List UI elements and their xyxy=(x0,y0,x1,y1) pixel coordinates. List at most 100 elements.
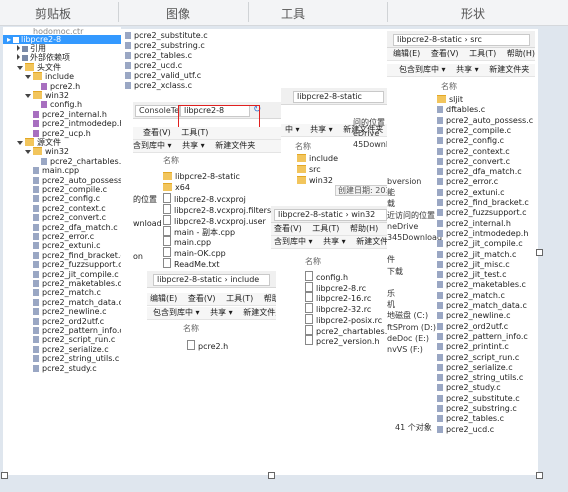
tree-item[interactable]: win32 xyxy=(25,147,69,156)
tree-item[interactable]: pcre2_string_utils.c xyxy=(25,354,119,363)
nav-item[interactable]: 下载 xyxy=(387,267,403,276)
tree-item[interactable]: 引用 xyxy=(17,44,46,53)
file-item[interactable]: pcre2_internal.h xyxy=(437,219,511,228)
address-bar[interactable]: libpcre2-8-static › include xyxy=(147,271,276,288)
cmd-library[interactable]: 中 ▾ xyxy=(285,125,300,134)
file-item[interactable]: pcre2_jit_misc.c xyxy=(437,260,510,269)
file-item[interactable]: libpcre2-8.vcxproj.user xyxy=(163,214,266,226)
tree-item[interactable]: pcre2_newline.c xyxy=(25,307,107,316)
cmd-library[interactable]: 包含到库中 ▾ xyxy=(399,65,446,74)
nav-item[interactable]: 地磁盘 (C:) xyxy=(387,311,428,320)
tree-item[interactable]: 源文件 xyxy=(17,138,61,147)
cmd-share[interactable]: 共享 ▾ xyxy=(456,65,479,74)
tree-item[interactable]: pcre2_compile.c xyxy=(25,185,107,194)
tree-item[interactable]: win32 xyxy=(25,91,69,100)
cmd-share[interactable]: 共享 ▾ xyxy=(210,308,233,317)
nav-item[interactable]: 的位置 xyxy=(133,195,157,204)
file-item[interactable]: dftables.c xyxy=(437,105,485,114)
nav-item[interactable]: 件 xyxy=(387,255,395,264)
folder-item[interactable]: win32 xyxy=(297,176,333,185)
column-name[interactable]: 名称 xyxy=(183,324,199,333)
tree-item[interactable]: pcre2_context.c xyxy=(25,204,106,213)
file-item[interactable]: pcre2_string_utils.c xyxy=(437,373,523,382)
menu-view[interactable]: 查看(V) xyxy=(188,294,216,303)
tree-item[interactable]: pcre2_extuni.c xyxy=(25,241,101,250)
nav-item[interactable]: deDoc (E:) xyxy=(387,334,429,343)
file-item[interactable]: pcre2_substitute.c xyxy=(437,394,520,403)
file-item[interactable]: pcre2_match_data.c xyxy=(437,301,527,310)
menu-tools[interactable]: 工具(T) xyxy=(312,224,339,233)
tree-item[interactable]: pcre2_script_run.c xyxy=(25,335,115,344)
column-name[interactable]: 名称 xyxy=(295,142,311,151)
nav-item[interactable]: 能 xyxy=(387,188,395,197)
resize-handle-left-bottom[interactable] xyxy=(1,472,8,479)
file-item[interactable]: libpcre2-8.vcxproj.filters xyxy=(163,204,271,215)
column-name[interactable]: 名称 xyxy=(163,156,179,165)
nav-item[interactable]: 载 xyxy=(387,199,395,208)
file-item[interactable]: pcre2_printint.c xyxy=(437,342,509,351)
file-item[interactable]: pcre2.h xyxy=(187,340,228,351)
file-item[interactable]: pcre2_convert.c xyxy=(437,157,510,166)
tree-project[interactable]: ▸ libpcre2-8 xyxy=(3,35,121,44)
file-item[interactable]: pcre2_pattern_info.c xyxy=(437,332,528,341)
tree-item[interactable]: pcre2_serialize.c xyxy=(25,345,109,354)
collapse-icon[interactable] xyxy=(17,54,20,61)
nav-item[interactable]: 机 xyxy=(387,300,395,309)
tree-item[interactable]: main.cpp xyxy=(25,166,79,175)
tree-item[interactable]: pcre2_auto_possess.c xyxy=(25,176,121,185)
file-item[interactable]: pcre2_match.c xyxy=(437,291,505,300)
file-item[interactable]: pcre2_version.h xyxy=(305,335,380,346)
nav-item[interactable]: 345Download xyxy=(387,233,442,242)
file-item[interactable]: pcre2_script_run.c xyxy=(437,353,519,362)
file-item[interactable]: pcre2_error.c xyxy=(437,177,498,186)
tree-item[interactable]: pcre2_convert.c xyxy=(25,213,106,222)
tree-item[interactable]: pcre2_fuzzsupport.c xyxy=(25,260,121,269)
ribbon-tools[interactable]: 工具 xyxy=(281,5,305,22)
menu-view[interactable]: 查看(V) xyxy=(274,224,302,233)
menu-view[interactable]: 查看(V) xyxy=(431,49,459,58)
nav-item[interactable]: neDrive xyxy=(387,222,418,231)
cmd-new-folder[interactable]: 新建文件夹 xyxy=(356,237,391,246)
file-item[interactable]: libpcre2-8.rc xyxy=(305,281,366,293)
tree-item[interactable]: pcre2_ord2utf.c xyxy=(25,317,104,326)
expand-icon[interactable] xyxy=(17,141,23,145)
cmd-share[interactable]: 共享 ▾ xyxy=(182,141,205,150)
folder-item[interactable]: src xyxy=(297,165,321,174)
tree-item[interactable]: pcre2_match.c xyxy=(25,288,101,297)
list-item[interactable]: pcre2_ucd.c xyxy=(125,61,182,70)
file-item[interactable]: pcre2_dfa_match.c xyxy=(437,167,522,176)
cmd-library[interactable]: 含到库中 ▾ xyxy=(133,141,172,150)
file-item[interactable]: pcre2_serialize.c xyxy=(437,363,513,372)
nav-item[interactable]: nvVS (F:) xyxy=(387,345,423,354)
file-item[interactable]: sljit xyxy=(437,95,463,104)
nav-item[interactable]: 近访问的位置 xyxy=(387,211,435,220)
tree-item[interactable]: pcre2_find_bracket.c xyxy=(25,251,121,260)
file-item[interactable]: pcre2_chartables.c xyxy=(305,324,391,336)
column-name[interactable]: 名称 xyxy=(441,82,457,91)
list-item[interactable]: pcre2_substring.c xyxy=(125,41,205,50)
nav-item[interactable]: bversion xyxy=(387,177,421,186)
collapse-icon[interactable] xyxy=(17,45,20,51)
menu-edit[interactable]: 编辑(E) xyxy=(150,294,177,303)
file-item[interactable]: main.cpp xyxy=(163,236,211,247)
file-item[interactable]: libpcre2-posix.rc xyxy=(305,313,382,325)
tree-item[interactable]: pcre2_dfa_match.c xyxy=(25,223,118,232)
file-item[interactable]: pcre2_ucd.c xyxy=(437,425,494,434)
menu-edit[interactable]: 编辑(E) xyxy=(393,49,420,58)
file-item[interactable]: libpcre2-16.rc xyxy=(305,292,371,303)
file-item[interactable]: pcre2_jit_compile.c xyxy=(437,239,523,248)
cmd-library[interactable]: 含到库中 ▾ xyxy=(274,237,313,246)
expand-icon[interactable] xyxy=(25,150,31,155)
menu-tools[interactable]: 工具(T) xyxy=(469,49,496,58)
tree-item[interactable]: include xyxy=(25,72,74,81)
address-bar[interactable]: libpcre2-8-static xyxy=(281,88,390,105)
tree-item[interactable]: pcre2_internal.h xyxy=(25,110,107,119)
file-item[interactable]: main-OK.cpp xyxy=(163,246,226,258)
nav-item[interactable]: eDrive xyxy=(353,129,379,138)
file-item[interactable]: pcre2_context.c xyxy=(437,147,510,156)
list-item[interactable]: pcre2_valid_utf.c xyxy=(125,71,201,80)
tree-item[interactable]: pcre2_match_data.c xyxy=(25,298,121,307)
expand-icon[interactable] xyxy=(17,65,23,70)
file-item[interactable]: libpcre2-8-static xyxy=(163,172,240,181)
file-item[interactable]: libpcre2-32.rc xyxy=(305,303,371,314)
